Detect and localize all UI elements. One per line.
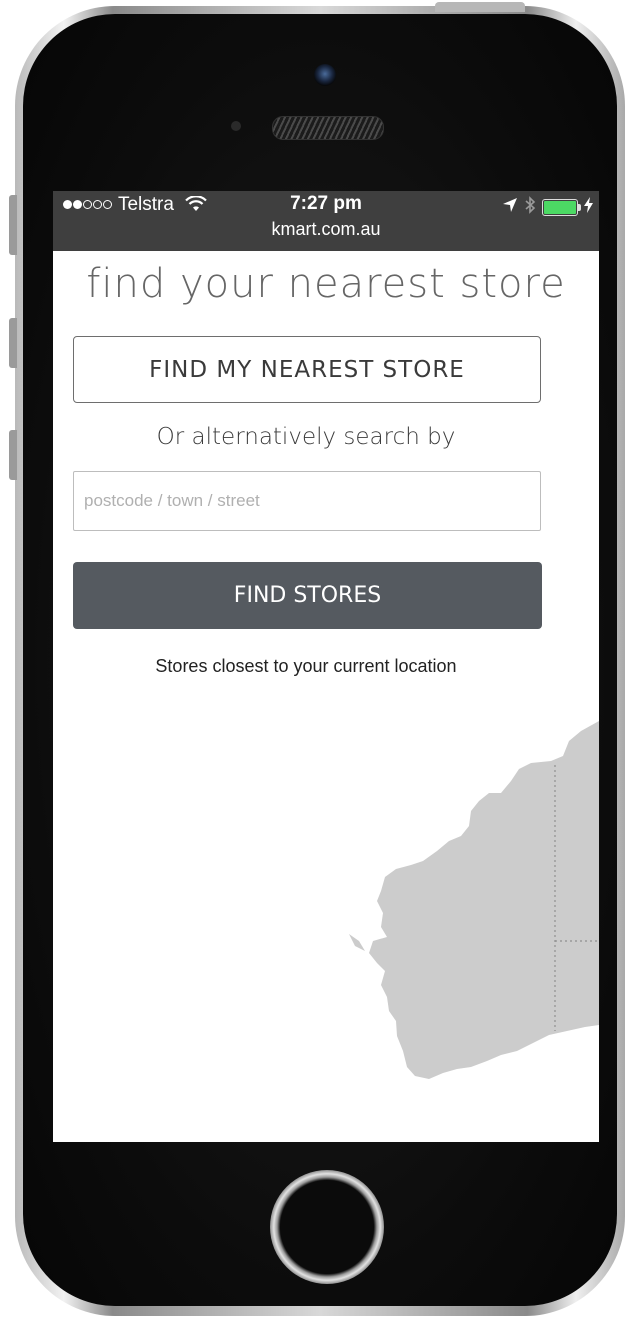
find-my-nearest-store-button[interactable]: FIND MY NEAREST STORE (73, 336, 541, 403)
alternative-search-label: Or alternatively search by (156, 424, 456, 450)
status-icons (496, 196, 593, 219)
earpiece-speaker (272, 116, 384, 140)
front-camera (314, 64, 336, 86)
find-stores-button[interactable]: FIND STORES (73, 562, 542, 629)
charging-bolt-icon (584, 197, 593, 218)
proximity-sensor (231, 121, 241, 131)
location-arrow-icon (502, 197, 518, 218)
phone-screen: Telstra 7:27 pm kmart.com.au find your n… (53, 191, 599, 1142)
mute-switch (9, 195, 17, 255)
home-button[interactable] (270, 1170, 384, 1284)
page-url[interactable]: kmart.com.au (53, 219, 599, 240)
volume-up-button (9, 318, 17, 368)
power-button (435, 2, 525, 12)
results-caption: Stores closest to your current location (155, 656, 457, 676)
battery-icon (542, 199, 581, 216)
map-island (349, 934, 365, 951)
battery-level (544, 201, 576, 214)
page-title: find your nearest store (86, 261, 566, 307)
status-bar: Telstra 7:27 pm kmart.com.au (53, 191, 599, 251)
location-search-input[interactable] (73, 471, 541, 531)
map-land (369, 721, 599, 1079)
australia-map[interactable] (341, 701, 599, 1101)
bluetooth-icon (524, 196, 536, 219)
volume-down-button (9, 430, 17, 480)
